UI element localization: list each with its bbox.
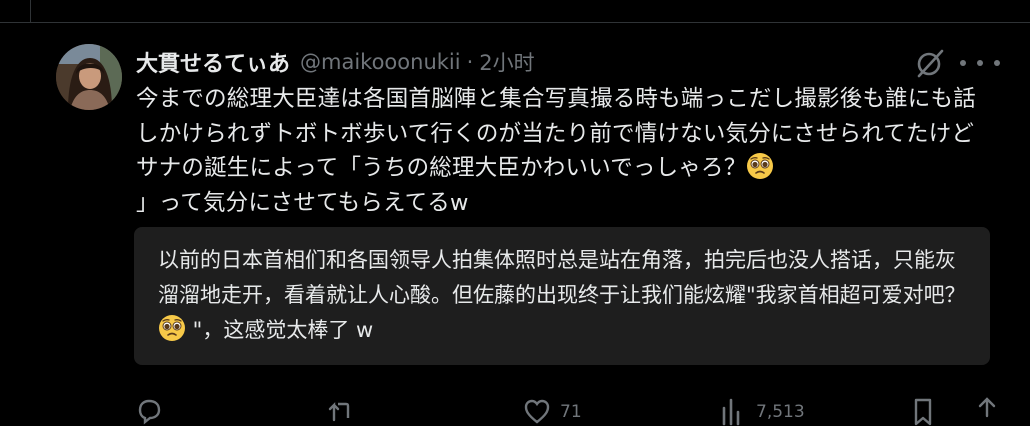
user-handle[interactable]: @maikooonukii	[300, 50, 461, 74]
translation-text: 以前的日本首相们和各国领导人拍集体照时总是站在角落，拍完后也没人搭话，只能灰溜溜…	[158, 243, 968, 348]
more-options-icon[interactable]	[960, 50, 1000, 76]
pleading-face-emoji-icon	[747, 153, 774, 179]
grok-icon[interactable]	[914, 47, 946, 79]
timestamp[interactable]: 2小时	[479, 47, 534, 77]
translation-box: 以前的日本首相们和各国领导人拍集体照时总是站在角落，拍完后也没人搭话，只能灰溜溜…	[134, 227, 990, 365]
thread-edge	[30, 0, 31, 22]
bookmark-icon	[914, 398, 932, 426]
action-bar: 71 7,513	[130, 396, 1000, 426]
tweet-text: 今までの総理大臣達は各国首脳陣と集合写真撮る時も端っこだし撮影後も誰にも話しかけ…	[136, 82, 986, 220]
display-name[interactable]: 大貫せるてぃあ	[136, 46, 290, 78]
translation-text-part-1: 以前的日本首相们和各国领导人拍集体照时总是站在角落，拍完后也没人搭话，只能灰溜溜…	[158, 248, 966, 307]
share-button[interactable]	[972, 396, 1002, 426]
retweet-button[interactable]	[326, 396, 356, 426]
header-separator: ·	[466, 50, 474, 74]
translation-text-part-2: "，这感觉太棒了 w	[186, 318, 374, 342]
reply-button[interactable]	[134, 396, 164, 426]
views-button[interactable]: 7,513	[718, 396, 805, 426]
top-divider	[0, 22, 1030, 23]
share-icon	[978, 397, 996, 418]
avatar[interactable]	[56, 44, 122, 110]
tweet-text-part-1: 今までの総理大臣達は各国首脳陣と集合写真撮る時も端っこだし撮影後も誰にも話しかけ…	[136, 86, 976, 181]
views-count: 7,513	[756, 402, 805, 422]
retweet-icon	[328, 402, 350, 422]
reply-icon	[138, 399, 161, 425]
tweet-header: 大貫せるてぃあ @maikooonukii · 2小时	[136, 46, 535, 78]
tweet-text-part-2: 」って気分にさせてもらえてるw	[136, 189, 469, 216]
avatar-photo	[56, 44, 122, 110]
like-count: 71	[560, 402, 582, 422]
bar-chart-icon	[722, 398, 740, 426]
pleading-face-emoji-icon	[159, 315, 185, 341]
bookmark-button[interactable]	[908, 396, 938, 426]
like-button[interactable]: 71	[522, 396, 582, 426]
heart-icon	[524, 399, 550, 424]
